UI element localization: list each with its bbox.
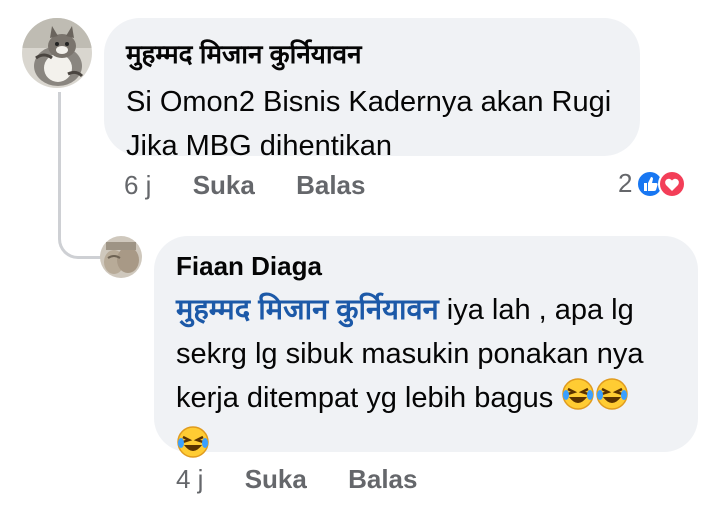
reply-text-segment: iya lah , apa lg — [438, 294, 634, 326]
reply-actions: 4 j Suka Balas — [176, 464, 417, 495]
hands-avatar-image — [100, 236, 142, 278]
like-button[interactable]: Suka — [193, 170, 255, 201]
comment-text: Si Omon2 Bisnis Kadernya akan Rugi Jika … — [126, 80, 618, 168]
mentioned-user-link[interactable]: मुहम्मद मिजान कुर्नियावन — [176, 294, 439, 326]
reply-timestamp[interactable]: 4 j — [176, 464, 203, 495]
love-icon — [658, 169, 687, 198]
comment-author-avatar[interactable] — [22, 18, 92, 88]
cat-avatar-image — [22, 18, 92, 88]
reply-bubble: Fiaan Diaga मुहम्मद मिजान कुर्नियावन iya… — [154, 236, 698, 458]
comment-text-line: Si Omon2 Bisnis Kadernya akan Rugi — [126, 86, 612, 118]
reply-text-line: sekrg lg sibuk masukin ponakan nya — [176, 338, 644, 370]
reaction-count: 2 — [618, 168, 633, 198]
laughing-emoji-icon — [595, 377, 629, 424]
thread-connector-line — [58, 92, 103, 259]
reply-button[interactable]: Balas — [296, 170, 365, 201]
reply-text-line: kerja ditempat yg lebih bagus — [176, 376, 678, 424]
comment-author-name[interactable]: मुहम्मद मिजान कुर्नियावन — [126, 38, 618, 70]
laughing-emoji-icon — [561, 377, 595, 424]
reply-text-line: मुहम्मद मिजान कुर्नियावन iya lah , apa l… — [176, 288, 678, 332]
comment-timestamp[interactable]: 6 j — [124, 170, 151, 201]
comment-text-line: Jika MBG dihentikan — [126, 130, 392, 162]
like-button[interactable]: Suka — [245, 464, 307, 495]
reply-author-name[interactable]: Fiaan Diaga — [176, 250, 678, 282]
reply-text: मुहम्मद मिजान कुर्नियावन iya lah , apa l… — [176, 288, 678, 472]
reply-author-avatar[interactable] — [100, 236, 142, 278]
comment-actions: 6 j Suka Balas — [124, 170, 365, 201]
reaction-summary[interactable]: 2 — [618, 168, 687, 199]
reply-text-segment: kerja ditempat yg lebih bagus — [176, 382, 562, 414]
reply-button[interactable]: Balas — [348, 464, 417, 495]
comment-bubble: मुहम्मद मिजान कुर्नियावन Si Omon2 Bisnis… — [104, 18, 640, 162]
